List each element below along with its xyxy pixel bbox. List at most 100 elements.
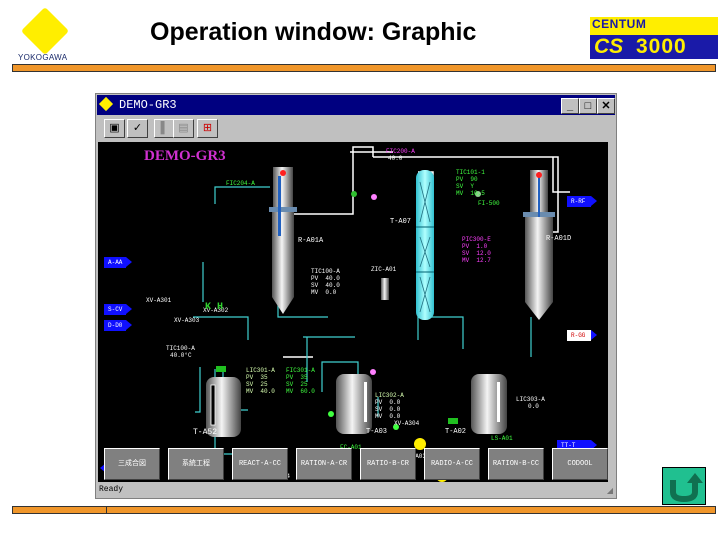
tag-r-rf[interactable]: R-RF bbox=[567, 196, 597, 207]
r-a01d-label: R-A01D bbox=[546, 235, 572, 243]
window-toolbar: ▣ ✓ ▌ ▤ ⊞ bbox=[97, 116, 615, 140]
t-top-pv: PV 90 bbox=[456, 176, 478, 183]
pic300-mv: MV 12.7 bbox=[462, 257, 491, 264]
window-titlebar[interactable]: DEMO-GR3 _ □ ✕ bbox=[97, 95, 615, 115]
header-divider bbox=[12, 64, 716, 72]
tag-r-gg[interactable]: R-GG bbox=[567, 330, 597, 341]
ack-icon[interactable]: ▌ bbox=[154, 119, 175, 138]
status-text: Ready bbox=[99, 485, 124, 494]
lsh-label: LS-A01 bbox=[491, 435, 513, 442]
nav-button-2[interactable]: 系統工程 bbox=[168, 448, 224, 480]
r-a01a-label: R-A01A bbox=[298, 237, 324, 245]
zic-label: ZIC-A01 bbox=[371, 266, 397, 273]
fic301-sv: SV 25 bbox=[286, 381, 308, 388]
window-add-icon[interactable]: ⊞ bbox=[197, 119, 218, 138]
status-bar: Ready ◢ bbox=[97, 484, 615, 497]
column-t-a07-shape bbox=[416, 170, 434, 320]
brand-top-text: CENTUM bbox=[592, 17, 647, 31]
pic300-sv: SV 12.0 bbox=[462, 250, 491, 257]
xv-a304-valve-icon bbox=[448, 418, 458, 424]
tank-t-a03-shape bbox=[336, 374, 372, 434]
lic302-mv: MV 0.0 bbox=[375, 413, 401, 420]
reactor-r-a01d-shape bbox=[523, 170, 555, 320]
t-top-sv: SV Y bbox=[456, 183, 475, 190]
xv-valve-icon bbox=[328, 411, 334, 417]
operation-window: DEMO-GR3 _ □ ✕ ▣ ✓ ▌ ▤ ⊞ DEMO-GR3 FIC204… bbox=[95, 93, 617, 499]
footer-divider-left bbox=[12, 506, 108, 514]
condenser-shape bbox=[381, 278, 389, 300]
tag-a-aa[interactable]: A-AA bbox=[104, 257, 132, 268]
tic100-left-tag[interactable]: TIC100-A bbox=[166, 345, 195, 352]
nav-button-8[interactable]: CODOOL bbox=[552, 448, 608, 480]
xv-a304-label: XV-A304 bbox=[394, 420, 420, 427]
reactor-r-a01a-shape bbox=[269, 167, 297, 314]
ti100-faceplate-tag[interactable]: TIC100-A bbox=[311, 268, 340, 275]
maximize-button[interactable]: □ bbox=[579, 98, 597, 114]
fic301-tag[interactable]: FIC301-A bbox=[286, 367, 315, 374]
brand-number-text: 3000 bbox=[636, 35, 687, 58]
xv-a303-label: XV-A303 bbox=[174, 317, 200, 324]
lic302-tag[interactable]: LIC302-A bbox=[375, 392, 404, 399]
xv-a301-label: XV-A301 bbox=[146, 297, 172, 304]
nav-button-4[interactable]: RATION-A-CR bbox=[296, 448, 352, 480]
nav-button-7[interactable]: RATION-B-CC bbox=[488, 448, 544, 480]
fic204-tag[interactable]: FIC204-A bbox=[226, 180, 255, 187]
graphic-canvas: DEMO-GR3 FIC204-A R-A01A TIC100-A PV 40.… bbox=[98, 142, 608, 482]
t-a03-label: T-A03 bbox=[366, 428, 388, 436]
yokogawa-logo-icon bbox=[20, 6, 70, 56]
lic302-pv: PV 0.0 bbox=[375, 399, 401, 406]
valve-fic-icon bbox=[351, 191, 357, 197]
window-diamond-icon bbox=[98, 96, 114, 112]
nav-button-6[interactable]: RADIO-A-CC bbox=[424, 448, 480, 480]
lic302-sv: SV 0.0 bbox=[375, 406, 401, 413]
pic-top-value: 40.0 bbox=[388, 155, 403, 162]
t-a52-label: T-A52 bbox=[193, 428, 218, 437]
nav-button-3[interactable]: REACT-A-CC bbox=[232, 448, 288, 480]
ti100-pv: PV 40.0 bbox=[311, 275, 340, 282]
pic-indicator-icon bbox=[371, 194, 377, 200]
brand-bottom-band: CS 3000 bbox=[590, 35, 718, 59]
nav-button-5[interactable]: RATIO-B-CR bbox=[360, 448, 416, 480]
u-turn-arrow-icon bbox=[670, 473, 703, 503]
lic301-mv: MV 40.0 bbox=[246, 388, 275, 395]
pressure-indicator-icon bbox=[370, 369, 376, 375]
ti100-mv: MV 0.0 bbox=[311, 289, 337, 296]
footer-divider bbox=[106, 506, 716, 514]
lic303-tag[interactable]: LIC303-A bbox=[516, 396, 545, 403]
lic301-sv: SV 25 bbox=[246, 381, 268, 388]
lic303-value: 0.0 bbox=[528, 403, 539, 410]
window-title: DEMO-GR3 bbox=[119, 98, 177, 112]
t-top-tag[interactable]: TIC101-1 bbox=[456, 169, 485, 176]
pic-top-tag[interactable]: FIC200-A bbox=[386, 148, 415, 155]
confirm-check-icon[interactable]: ✓ bbox=[127, 119, 148, 138]
xv-valve-pair-icon: K H bbox=[205, 302, 224, 313]
process-diagram bbox=[193, 146, 570, 482]
minimize-button[interactable]: _ bbox=[561, 98, 579, 114]
xv-a303-valve-icon bbox=[216, 366, 226, 372]
tag-s-cv[interactable]: S-CV bbox=[104, 304, 132, 315]
graphic-heading: DEMO-GR3 bbox=[144, 148, 226, 164]
tank-t-a02-shape bbox=[471, 374, 507, 434]
nav-button-1[interactable]: 三成合図 bbox=[104, 448, 160, 480]
pic300-tag[interactable]: PIC300-E bbox=[462, 236, 491, 243]
resize-grip-icon[interactable]: ◢ bbox=[607, 486, 613, 495]
slide-title: Operation window: Graphic bbox=[150, 18, 477, 46]
close-button[interactable]: ✕ bbox=[597, 98, 615, 114]
fi500-tag[interactable]: FI-500 bbox=[478, 200, 500, 207]
t-a02-label: T-A02 bbox=[445, 428, 467, 436]
tag-d-d0[interactable]: D-D0 bbox=[104, 320, 132, 331]
ti100-sv: SV 40.0 bbox=[311, 282, 340, 289]
back-button[interactable] bbox=[662, 467, 706, 505]
pic300-pv: PV 1.0 bbox=[462, 243, 488, 250]
brand-cs-text: CS bbox=[594, 35, 624, 58]
fic301-pv: PV 35 bbox=[286, 374, 308, 381]
print-screen-icon[interactable]: ▣ bbox=[104, 119, 125, 138]
folder-icon[interactable]: ▤ bbox=[173, 119, 194, 138]
t-a07-label: T-A07 bbox=[390, 218, 412, 226]
logo-text: YOKOGAWA bbox=[18, 53, 68, 62]
tic100-left-value: 40.0°C bbox=[170, 352, 192, 359]
lic301-tag[interactable]: LIC301-A bbox=[246, 367, 275, 374]
centum-cs3000-logo: CENTUM CS 3000 bbox=[590, 17, 718, 59]
lic301-pv: PV 35 bbox=[246, 374, 268, 381]
t-top-mv: MV 10.5 bbox=[456, 190, 485, 197]
